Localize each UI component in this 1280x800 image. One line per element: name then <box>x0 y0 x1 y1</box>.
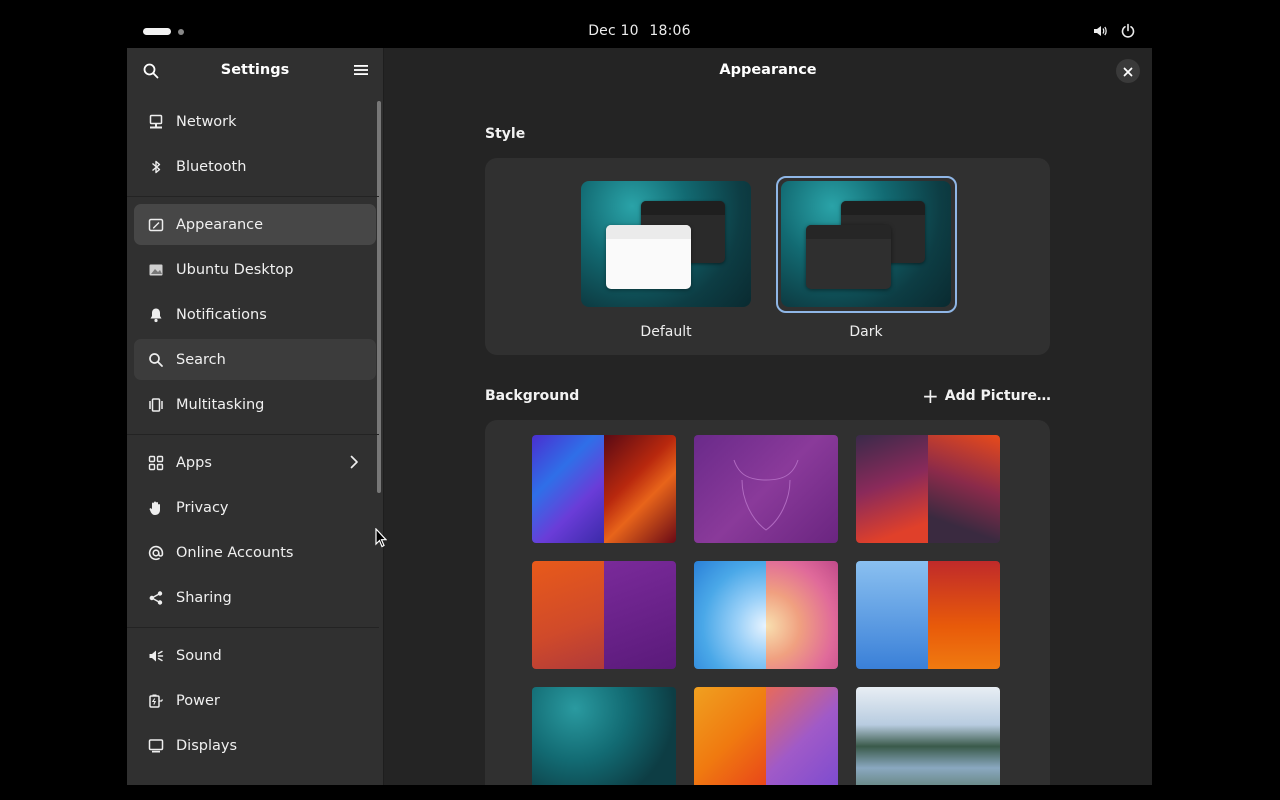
hamburger-menu-icon[interactable] <box>353 62 369 82</box>
add-picture-label: Add Picture… <box>944 388 1051 404</box>
wallpaper-thumbnail[interactable] <box>694 561 838 669</box>
speaker-icon <box>147 647 165 665</box>
sidebar-item-label: Sharing <box>176 589 232 606</box>
settings-window: Settings Network Bluetooth Appearance Ub… <box>127 48 1152 785</box>
sidebar-item-label: Apps <box>176 454 212 471</box>
search-icon <box>147 351 165 369</box>
style-option-dark-label: Dark <box>849 324 883 340</box>
sidebar-item-label: Notifications <box>176 306 267 323</box>
bluetooth-icon <box>147 158 165 176</box>
sidebar-header: Settings <box>127 48 383 94</box>
wallpaper-thumbnail[interactable] <box>532 435 676 543</box>
bell-icon <box>147 306 165 324</box>
clock-time: 18:06 <box>649 23 691 39</box>
style-preview-light-window <box>606 225 691 289</box>
wallpaper-thumbnail[interactable] <box>856 561 1000 669</box>
sidebar: Settings Network Bluetooth Appearance Ub… <box>127 48 384 785</box>
sidebar-item-privacy[interactable]: Privacy <box>134 487 376 528</box>
power-icon[interactable] <box>1120 23 1136 43</box>
display-icon <box>147 737 165 755</box>
multitasking-icon <box>147 396 165 414</box>
wallpaper-thumbnail[interactable] <box>694 687 838 785</box>
sidebar-item-power[interactable]: Power <box>134 680 376 721</box>
sidebar-item-ubuntu-desktop[interactable]: Ubuntu Desktop <box>134 249 376 290</box>
sidebar-item-label: Displays <box>176 737 238 754</box>
close-icon <box>1123 62 1133 81</box>
sidebar-item-label: Bluetooth <box>176 158 247 175</box>
style-option-default-label: Default <box>640 324 692 340</box>
chevron-right-icon <box>346 454 362 474</box>
sidebar-separator <box>127 434 379 435</box>
sidebar-item-label: Network <box>176 113 237 130</box>
wallpaper-thumbnail[interactable] <box>856 687 1000 785</box>
sidebar-item-label: Privacy <box>176 499 229 516</box>
apps-grid-icon <box>147 454 165 472</box>
clock[interactable]: Dec 10 18:06 <box>127 23 1152 39</box>
sidebar-separator <box>127 196 379 197</box>
sidebar-item-online-accounts[interactable]: Online Accounts <box>134 532 376 573</box>
wallpaper-thumbnail[interactable] <box>532 687 676 785</box>
style-card: Default Dark <box>485 158 1050 355</box>
wallpaper-thumbnail[interactable] <box>856 435 1000 543</box>
sidebar-item-label: Appearance <box>176 216 264 233</box>
mouse-pointer-icon <box>375 527 388 552</box>
sidebar-item-label: Sound <box>176 647 222 664</box>
at-sign-icon <box>147 544 165 562</box>
sidebar-item-search[interactable]: Search <box>134 339 376 380</box>
style-option-dark[interactable] <box>781 181 951 307</box>
background-card <box>485 420 1050 785</box>
sidebar-item-label: Ubuntu Desktop <box>176 261 294 278</box>
background-section-label: Background <box>485 388 580 404</box>
style-section-label: Style <box>485 126 526 142</box>
share-icon <box>147 589 165 607</box>
sidebar-item-label: Multitasking <box>176 396 265 413</box>
sidebar-item-notifications[interactable]: Notifications <box>134 294 376 335</box>
sidebar-item-label: Search <box>176 351 226 368</box>
plus-icon: + <box>922 384 939 408</box>
content-panel: Appearance Style Default Dark Background… <box>384 48 1152 785</box>
sidebar-item-sharing[interactable]: Sharing <box>134 577 376 618</box>
style-preview-dark-window <box>806 225 891 289</box>
sidebar-item-multitasking[interactable]: Multitasking <box>134 384 376 425</box>
top-bar: Dec 10 18:06 <box>127 15 1152 48</box>
sidebar-item-label: Online Accounts <box>176 544 294 561</box>
volume-icon[interactable] <box>1092 23 1108 43</box>
sidebar-item-appearance[interactable]: Appearance <box>134 204 376 245</box>
style-option-default[interactable] <box>581 181 751 307</box>
hand-icon <box>147 499 165 517</box>
ubuntu-desktop-icon <box>147 261 165 279</box>
battery-icon <box>147 692 165 710</box>
sidebar-separator <box>127 627 379 628</box>
network-icon <box>147 113 165 131</box>
clock-date: Dec 10 <box>588 23 639 39</box>
page-title: Appearance <box>719 62 817 78</box>
add-picture-button[interactable]: + Add Picture… <box>922 384 1051 408</box>
wallpaper-thumbnail[interactable] <box>694 435 838 543</box>
close-button[interactable] <box>1116 59 1140 83</box>
sidebar-item-sound[interactable]: Sound <box>134 635 376 676</box>
wallpaper-thumbnail[interactable] <box>532 561 676 669</box>
sidebar-item-label: Power <box>176 692 220 709</box>
appearance-icon <box>147 216 165 234</box>
sidebar-item-network[interactable]: Network <box>134 101 376 142</box>
sidebar-item-bluetooth[interactable]: Bluetooth <box>134 146 376 187</box>
sidebar-item-displays[interactable]: Displays <box>134 725 376 766</box>
sidebar-title: Settings <box>220 62 290 78</box>
sidebar-item-apps[interactable]: Apps <box>134 442 376 483</box>
